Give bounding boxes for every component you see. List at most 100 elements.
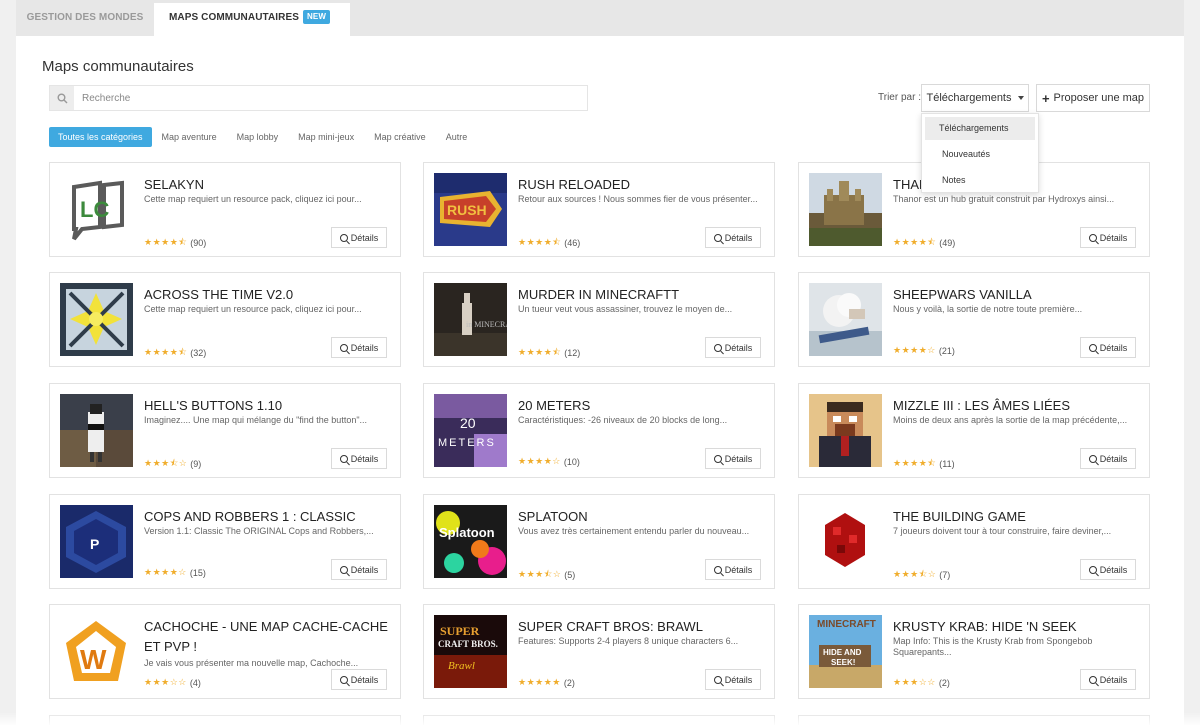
map-title[interactable]: SPLATOON (518, 507, 768, 527)
magnifier-icon (339, 565, 348, 574)
map-title[interactable]: CACHOCHE - UNE MAP CACHE-CACHE ET PVP ! (144, 617, 394, 657)
map-card[interactable]: in MINECRAFT MURDER IN MINECRAFTTUn tueur… (423, 272, 775, 367)
map-thumbnail[interactable] (809, 173, 882, 246)
sort-dropdown-button[interactable]: Téléchargements (921, 84, 1029, 112)
map-title[interactable]: 20 METERS (518, 396, 768, 416)
map-title[interactable]: SUPER CRAFT BROS: BRAWL (518, 617, 768, 637)
map-card[interactable]: MINECRAFT HIDE AND SEEK! KRUSTY KRAB: HIDE … (798, 604, 1150, 699)
category-all[interactable]: Toutes les catégories (49, 127, 152, 147)
category-lobby[interactable]: Map lobby (227, 127, 289, 147)
map-card[interactable]: W CACHOCHE - UNE MAP CACHE-CACHE ET PVP !… (49, 604, 401, 699)
map-title[interactable]: SHEEPWARS VANILLA (893, 285, 1143, 305)
map-card[interactable]: P COPS AND ROBBERS 1 : CLASSIC Version 1.1… (49, 494, 401, 589)
map-card[interactable]: MIZZLE III : LES ÂMES LIÉES Moins de deux… (798, 383, 1150, 478)
star-rating-icons: ★★★★⯪ (893, 458, 937, 468)
details-button[interactable]: Détails (705, 337, 761, 358)
map-card[interactable]: RUSH RUSH RELOADED Retour aux sources ! No… (423, 162, 775, 257)
map-thumbnail[interactable] (809, 394, 882, 467)
map-title[interactable]: MURDER IN MINECRAFTT (518, 285, 768, 305)
details-label: Détails (724, 232, 753, 243)
review-count: (11) (939, 459, 955, 469)
details-button[interactable]: Détails (705, 448, 761, 469)
sort-option-nouveautes[interactable]: Nouveautés (925, 143, 1035, 166)
map-title[interactable]: THE BUILDING GAME (893, 507, 1143, 527)
details-button[interactable]: Détails (331, 227, 387, 248)
star-rating-icons: ★★★★⯪ (144, 237, 188, 247)
map-title[interactable]: KRUSTY KRAB: HIDE 'N SEEK (893, 617, 1143, 637)
map-title[interactable]: HELL'S BUTTONS 1.10 (144, 396, 394, 416)
details-button[interactable]: Détails (331, 337, 387, 358)
details-button[interactable]: Détails (1080, 337, 1136, 358)
map-card[interactable]: LC SELAKYN Cette map requiert un resource … (49, 162, 401, 257)
details-button[interactable]: Détails (1080, 559, 1136, 580)
tab-maps-communautaires[interactable]: MAPS COMMUNAUTAIRES NEW (154, 3, 350, 36)
review-count: (7) (939, 570, 951, 580)
map-thumbnail[interactable]: Splatoon (434, 505, 507, 578)
map-thumbnail[interactable]: MINECRAFT HIDE AND SEEK! (809, 615, 882, 688)
details-button[interactable]: Détails (1080, 448, 1136, 469)
magnifier-icon (339, 454, 348, 463)
svg-text:SUPER: SUPER (440, 624, 480, 638)
map-title[interactable]: ACROSS THE TIME V2.0 (144, 285, 394, 305)
details-label: Détails (1099, 453, 1128, 464)
map-thumbnail[interactable] (809, 283, 882, 356)
star-rating-icons: ★★★☆☆ (893, 677, 936, 687)
category-creative[interactable]: Map créative (364, 127, 436, 147)
details-button[interactable]: Détails (1080, 669, 1136, 690)
map-thumbnail[interactable]: LC (60, 173, 133, 246)
tab-gestion-des-mondes[interactable]: GESTION DES MONDES (16, 3, 154, 36)
propose-map-button[interactable]: + Proposer une map (1036, 84, 1150, 112)
map-card[interactable]: THE BUILDING GAME 7 joueurs doivent tour … (798, 494, 1150, 589)
map-card[interactable]: SUPER CRAFT BROS. Brawl SUPER CRAFT BROS: B… (423, 604, 775, 699)
details-label: Détails (724, 453, 753, 464)
star-rating-icons: ★★★★⯪ (518, 347, 562, 357)
map-thumbnail[interactable]: P (60, 505, 133, 578)
category-mini-jeux[interactable]: Map mini-jeux (288, 127, 364, 147)
map-title[interactable]: SELAKYN (144, 175, 394, 195)
details-label: Détails (350, 342, 379, 353)
map-title[interactable]: RUSH RELOADED (518, 175, 768, 195)
details-button[interactable]: Détails (705, 669, 761, 690)
details-button[interactable]: Détails (331, 559, 387, 580)
map-card[interactable]: HELL'S BUTTONS 1.10 Imaginez.... Une map … (49, 383, 401, 478)
map-description: Map Info: This is the Krusty Krab from S… (893, 636, 1093, 657)
map-title[interactable]: COPS AND ROBBERS 1 : CLASSIC (144, 507, 394, 527)
details-button[interactable]: Détails (1080, 227, 1136, 248)
details-label: Détails (1099, 342, 1128, 353)
map-card[interactable]: 20 METERS 20 METERS Caractéristiques: -26 n… (423, 383, 775, 478)
map-thumbnail[interactable] (60, 394, 133, 467)
category-autre[interactable]: Autre (436, 127, 478, 147)
details-button[interactable]: Détails (705, 559, 761, 580)
svg-text:Brawl: Brawl (448, 660, 475, 672)
map-thumbnail[interactable]: RUSH (434, 173, 507, 246)
map-rating: ★★★★⯪ (46) (518, 235, 580, 251)
map-card[interactable]: SHEEPWARS VANILLA Nous y voilà, la sortie… (798, 272, 1150, 367)
review-count: (15) (189, 567, 206, 578)
map-thumbnail[interactable]: W (60, 615, 133, 688)
details-label: Détails (350, 564, 379, 575)
search-icon (50, 86, 74, 110)
sort-option-telechargements[interactable]: Téléchargements (925, 117, 1035, 140)
map-thumbnail[interactable]: SUPER CRAFT BROS. Brawl (434, 615, 507, 688)
details-button[interactable]: Détails (331, 448, 387, 469)
star-rating-icons: ★★★★⯪ (893, 237, 937, 247)
map-card[interactable]: ACROSS THE TIME V2.0 Cette map requiert u… (49, 272, 401, 367)
map-thumbnail[interactable] (60, 283, 133, 356)
map-card[interactable]: Splatoon SPLATOON Vous avez très certainem… (423, 494, 775, 589)
map-thumbnail[interactable]: 20 METERS (434, 394, 507, 467)
map-description: Vous avez très certainement entendu parl… (518, 526, 750, 536)
star-rating-icons: ★★★★★ (518, 677, 561, 687)
category-aventure[interactable]: Map aventure (152, 127, 227, 147)
map-thumbnail[interactable]: in MINECRAFT (434, 283, 507, 356)
map-title[interactable]: MIZZLE III : LES ÂMES LIÉES (893, 396, 1143, 416)
magnifier-icon (1088, 675, 1097, 684)
magnifier-icon (339, 343, 348, 352)
details-label: Détails (1099, 674, 1128, 685)
svg-text:SEEK!: SEEK! (831, 658, 855, 667)
search-input[interactable] (82, 88, 572, 108)
map-description: 7 joueurs doivent tour à tour construire… (893, 526, 1112, 536)
details-button[interactable]: Détails (705, 227, 761, 248)
details-button[interactable]: Détails (331, 669, 387, 690)
sort-option-notes[interactable]: Notes (925, 169, 1035, 192)
map-thumbnail[interactable] (809, 505, 882, 578)
